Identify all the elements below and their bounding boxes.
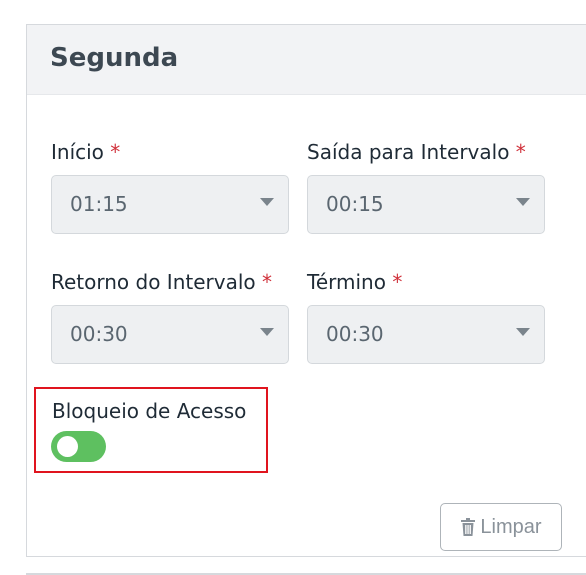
field-termino: Término * 00:30 bbox=[307, 268, 545, 364]
required-mark: * bbox=[262, 270, 272, 294]
field-retorno-intervalo: Retorno do Intervalo * 00:30 bbox=[51, 268, 289, 364]
bloqueio-acesso-label: Bloqueio de Acesso bbox=[52, 399, 247, 423]
required-mark: * bbox=[392, 270, 403, 294]
clear-button[interactable]: Limpar bbox=[440, 503, 562, 551]
select-value: 00:30 bbox=[70, 322, 128, 346]
card-title: Segunda bbox=[50, 43, 179, 73]
field-label-text: Retorno do Intervalo bbox=[51, 270, 256, 294]
field-saida-intervalo: Saída para Intervalo * 00:15 bbox=[307, 138, 545, 234]
caret-down-icon bbox=[516, 198, 530, 206]
field-label-text: Início bbox=[51, 140, 104, 164]
select-value: 01:15 bbox=[70, 192, 128, 216]
toggle-knob bbox=[57, 436, 78, 457]
field-inicio: Início * 01:15 bbox=[51, 138, 289, 234]
field-label-text: Saída para Intervalo bbox=[307, 140, 510, 164]
caret-down-icon bbox=[260, 328, 274, 336]
field-label: Término * bbox=[307, 268, 545, 296]
termino-select[interactable]: 00:30 bbox=[307, 305, 545, 364]
card-header: Segunda bbox=[27, 25, 586, 95]
field-label: Saída para Intervalo * bbox=[307, 138, 545, 166]
saida-intervalo-select[interactable]: 00:15 bbox=[307, 175, 545, 234]
field-label-text: Término bbox=[307, 270, 386, 294]
field-label: Início * bbox=[51, 138, 289, 166]
bloqueio-acesso-toggle[interactable] bbox=[51, 431, 106, 462]
required-mark: * bbox=[110, 140, 121, 164]
field-label: Retorno do Intervalo * bbox=[51, 268, 289, 296]
retorno-intervalo-select[interactable]: 00:30 bbox=[51, 305, 289, 364]
required-mark: * bbox=[515, 140, 526, 164]
trash-icon bbox=[460, 518, 476, 536]
clear-button-label: Limpar bbox=[480, 515, 542, 538]
select-value: 00:15 bbox=[326, 192, 384, 216]
caret-down-icon bbox=[516, 328, 530, 336]
select-value: 00:30 bbox=[326, 322, 384, 346]
inicio-select[interactable]: 01:15 bbox=[51, 175, 289, 234]
caret-down-icon bbox=[260, 198, 274, 206]
